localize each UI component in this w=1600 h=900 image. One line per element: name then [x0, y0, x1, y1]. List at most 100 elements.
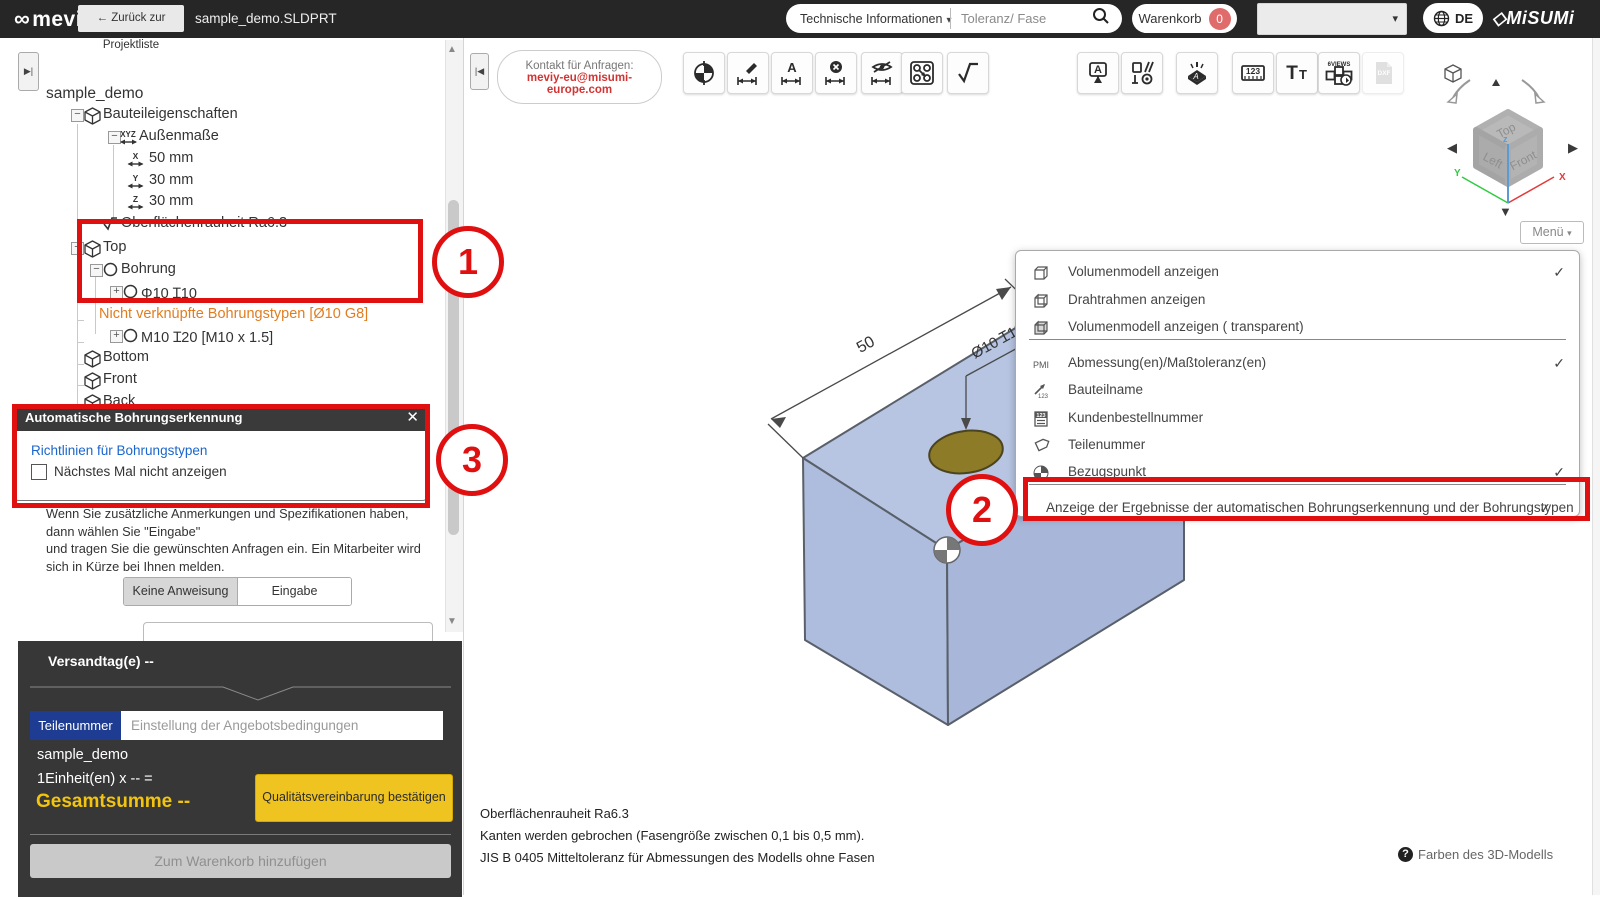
menu-item[interactable]: Drahtrahmen anzeigen — [1016, 287, 1579, 314]
text-dimension-button[interactable]: A — [771, 52, 813, 94]
tree-item[interactable]: Bauteileigenschaften — [103, 106, 238, 122]
check-icon: ✓ — [1539, 500, 1551, 517]
input-button[interactable]: Eingabe — [238, 578, 351, 605]
tree-item[interactable]: M10 Ɪ20 [M10 x 1.5] — [141, 327, 273, 347]
menu-item-label: Anzeige der Ergebnisse der automatischen… — [1046, 500, 1574, 515]
surface-roughness-button[interactable] — [947, 52, 989, 94]
svg-text:Z: Z — [133, 194, 138, 204]
tree-item[interactable]: 50 mm — [149, 150, 193, 166]
engraving-button[interactable]: A — [1176, 52, 1218, 94]
rotate-right-icon[interactable] — [1522, 80, 1544, 103]
rotate-left-icon[interactable] — [1448, 80, 1470, 103]
datum-label-button[interactable]: A — [1077, 52, 1119, 94]
menu-item[interactable]: Volumenmodell anzeigen✓ — [1016, 259, 1579, 286]
tech-info-select[interactable]: Technische Informationen▾ — [786, 12, 950, 26]
popup-body: Richtlinien für Bohrungstypen Nächstes M… — [14, 431, 427, 501]
hole-group-button[interactable] — [901, 52, 943, 94]
add-to-cart-button[interactable]: Zum Warenkorb hinzufügen — [30, 844, 451, 878]
collapsed-tab[interactable] — [452, 438, 480, 470]
tree-connector — [77, 320, 84, 321]
part-name: sample_demo — [37, 747, 128, 763]
tree-item[interactable]: Oberflächenrauheit Ra6.3 — [121, 215, 287, 231]
menu-item[interactable]: Anzeige der Ergebnisse der automatischen… — [1016, 495, 1579, 522]
menu-item-label: Kundenbestellnummer — [1068, 410, 1203, 425]
hole-type-guidelines-link[interactable]: Richtlinien für Bohrungstypen — [31, 443, 207, 458]
search-input[interactable]: Toleranz/ Fase — [951, 11, 1092, 26]
instruction-line: dann wählen Sie "Eingabe" — [46, 523, 421, 541]
hole-icon — [123, 284, 138, 304]
extension-line — [768, 424, 803, 458]
tree-item[interactable]: Nicht verknüpfte Bohrungstypen [Ø10 G8] — [99, 306, 368, 322]
instruction-text: Wenn Sie zusätzliche Anmerkungen und Spe… — [46, 505, 421, 575]
menu-item-label: Bezugspunkt — [1068, 464, 1146, 479]
scroll-up-icon[interactable]: ▲ — [447, 44, 457, 55]
language-button[interactable]: DE — [1423, 3, 1483, 33]
rotate-up-icon[interactable] — [1492, 79, 1500, 86]
contact-label: Kontakt für Anfragen: — [498, 60, 661, 72]
collapse-expander-icon[interactable]: − — [71, 109, 84, 122]
view-cube[interactable]: Top Left Front Y X z — [1440, 58, 1590, 218]
contact-email[interactable]: meviy-eu@misumi-europe.com — [498, 72, 661, 96]
quote-conditions-input[interactable]: Einstellung der Angebotsbedingungen — [121, 711, 443, 740]
cube-icon[interactable] — [1445, 65, 1461, 82]
chevron-down-icon: ▾ — [1567, 228, 1572, 238]
menu-item[interactable]: Volumenmodell anzeigen ( transparent) — [1016, 314, 1579, 341]
tree-connector — [77, 342, 84, 343]
viewer-menu-button[interactable]: Menü ▾ — [1520, 221, 1584, 244]
tree-collapse-button[interactable]: |◀ — [470, 53, 489, 90]
no-instruction-button[interactable]: Keine Anweisung — [124, 578, 238, 605]
edit-dimension-button[interactable] — [727, 52, 769, 94]
collapse-expander-icon[interactable]: − — [90, 264, 103, 277]
menu-item-label: Bauteilname — [1068, 382, 1143, 397]
auto-hole-detection-popup: Automatische Bohrungserkennung ✕ Richtli… — [14, 405, 427, 501]
tree-item[interactable]: 30 mm — [149, 172, 193, 188]
tree-item[interactable]: Bohrung — [121, 261, 176, 277]
back-to-projects-button[interactable]: ← Zurück zur Projektliste — [78, 5, 184, 32]
close-icon[interactable]: ✕ — [406, 408, 419, 426]
geometric-tolerance-button[interactable] — [1121, 52, 1163, 94]
tree-item[interactable]: Bottom — [103, 349, 149, 365]
collapse-expander-icon[interactable]: − — [71, 242, 84, 255]
part-number-tab[interactable]: Teilenummer — [30, 711, 121, 740]
hide-dimension-button[interactable] — [861, 52, 903, 94]
tree-item[interactable]: sample_demo — [46, 85, 143, 103]
order-number-icon: 123 — [1030, 409, 1052, 428]
width-dimension-label[interactable]: 50 — [854, 333, 878, 357]
expand-expander-icon[interactable]: + — [110, 286, 123, 299]
svg-text:X: X — [1559, 172, 1566, 183]
six-views-button[interactable]: 6VIEWS — [1318, 52, 1360, 94]
dont-show-again-checkbox[interactable] — [31, 464, 47, 480]
tree-item[interactable]: Außenmaße — [139, 128, 219, 144]
tree-item[interactable]: 30 mm — [149, 193, 193, 209]
delete-dimension-button[interactable] — [815, 52, 857, 94]
solid-cube-icon — [1030, 263, 1052, 282]
model-colors-link[interactable]: ? Farben des 3D-Modells — [1398, 847, 1553, 862]
menu-item-label: Teilenummer — [1068, 437, 1145, 452]
menu-item[interactable]: PMIAbmessung(en)/Maßtoleranz(en)✓ — [1016, 350, 1579, 377]
model-notes: Oberflächenrauheit Ra6.3Kanten werden ge… — [480, 803, 875, 869]
svg-text:123: 123 — [1038, 394, 1049, 400]
tree-item[interactable]: Front — [103, 371, 137, 387]
datum-target-button[interactable] — [683, 52, 725, 94]
menu-item[interactable]: 123 Kundenbestellnummer — [1016, 405, 1579, 432]
order-panel: Versandtag(e) -- Teilenummer Einstellung… — [18, 641, 462, 897]
menu-item[interactable]: Teilenummer — [1016, 432, 1579, 459]
tree-item[interactable]: Top — [103, 239, 126, 255]
panel-expand-button[interactable]: ▶| — [18, 52, 39, 91]
text-size-button[interactable]: TT — [1276, 52, 1318, 94]
scrollbar-thumb[interactable] — [448, 200, 459, 535]
dimension-values-button[interactable]: 123 — [1232, 52, 1274, 94]
menu-item[interactable]: 123 Bauteilname — [1016, 377, 1579, 404]
expand-expander-icon[interactable]: + — [110, 330, 123, 343]
menu-item-label: Volumenmodell anzeigen ( transparent) — [1068, 319, 1304, 334]
cart-button[interactable]: Warenkorb 0 — [1132, 4, 1237, 33]
datum-symbol[interactable] — [934, 537, 960, 563]
hole-icon — [103, 262, 118, 282]
scroll-down-icon[interactable]: ▼ — [447, 616, 457, 627]
search-icon[interactable] — [1092, 7, 1122, 30]
quality-agreement-button[interactable]: Qualitätsvereinbarung bestätigen — [255, 774, 453, 822]
menu-item-label: Volumenmodell anzeigen — [1068, 264, 1219, 279]
menu-item[interactable]: Bezugspunkt✓ — [1016, 459, 1579, 486]
project-select[interactable]: ▾ — [1257, 3, 1407, 35]
tree-item[interactable]: Φ10 Ɪ10 — [141, 283, 197, 303]
